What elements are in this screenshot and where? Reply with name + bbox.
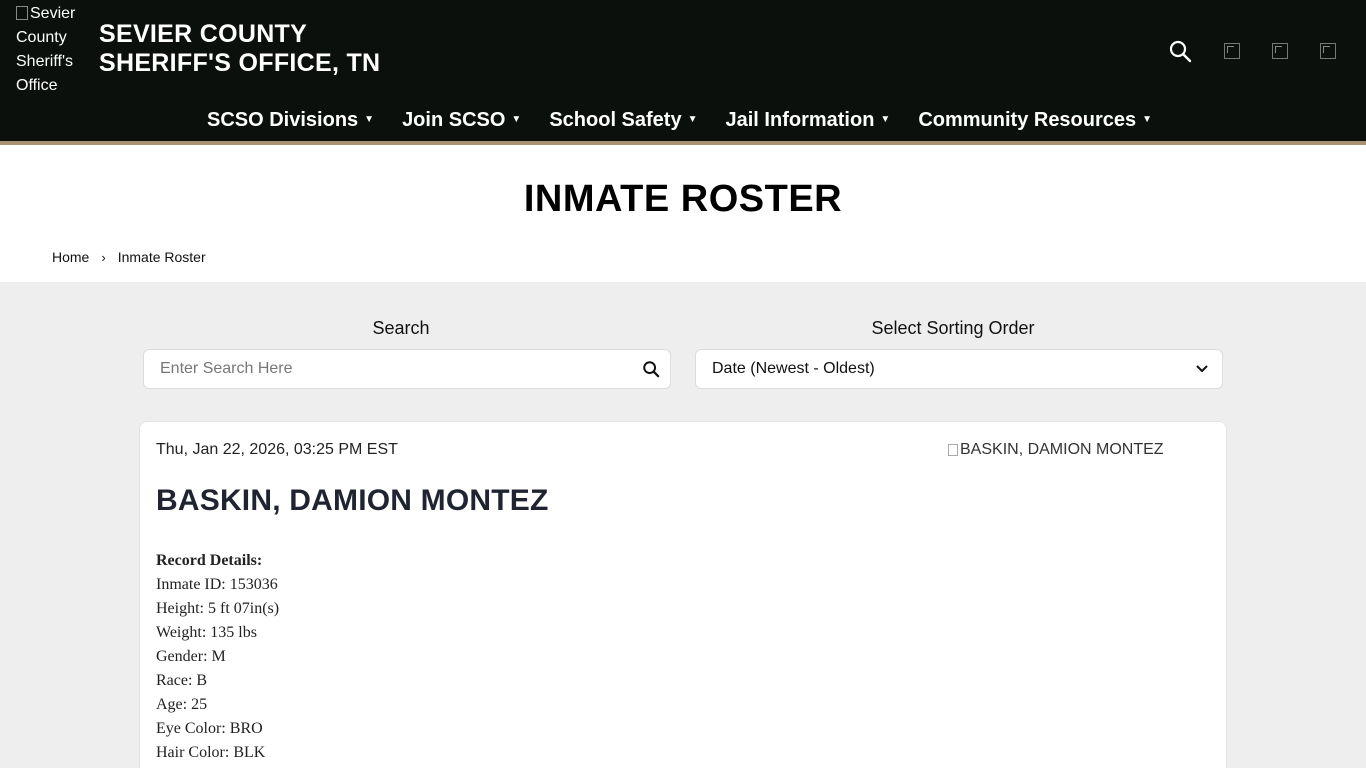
record-details: Record Details: Inmate ID: 153036 Height… xyxy=(156,549,279,765)
caret-down-icon: ▼ xyxy=(511,114,522,125)
nav-item-label: School Safety xyxy=(549,109,682,131)
page-title: INMATE ROSTER xyxy=(523,178,843,220)
broken-image-icon xyxy=(948,444,958,456)
inmate-name[interactable]: BASKIN, DAMION MONTEZ xyxy=(156,484,549,518)
detail-race: Race: B xyxy=(156,672,208,689)
nav-item-label: SCSO Divisions xyxy=(207,109,359,131)
utility-icons xyxy=(1168,39,1336,63)
inmate-photo: BASKIN, DAMION MONTEZ xyxy=(948,441,1164,459)
search-icon[interactable] xyxy=(1168,39,1192,63)
breadcrumb-home-link[interactable]: Home xyxy=(52,249,89,265)
inmate-record-card: Thu, Jan 22, 2026, 03:25 PM EST BASKIN, … xyxy=(139,421,1227,768)
detail-gender: Gender: M xyxy=(156,648,226,665)
broken-image-icon xyxy=(16,6,28,20)
inmate-photo-alt: BASKIN, DAMION MONTEZ xyxy=(960,441,1164,458)
search-input[interactable] xyxy=(144,350,624,388)
site-title-line2: SHERIFF'S OFFICE, TN xyxy=(99,49,381,77)
search-label: Search xyxy=(372,318,430,338)
nav-item-label: Jail Information xyxy=(725,109,875,131)
nav-item-scso-divisions[interactable]: SCSO Divisions ▼ xyxy=(207,106,374,134)
nav-item-join-scso[interactable]: Join SCSO ▼ xyxy=(402,106,521,134)
nav-item-school-safety[interactable]: School Safety ▼ xyxy=(549,106,697,134)
nav-item-label: Join SCSO xyxy=(402,109,506,131)
main-nav: SCSO Divisions ▼ Join SCSO ▼ School Safety… xyxy=(207,106,1180,134)
title-band: INMATE ROSTER Home › Inmate Roster xyxy=(0,145,1366,282)
site-title[interactable]: SEVIER COUNTY SHERIFF'S OFFICE, TN xyxy=(99,20,380,78)
detail-eye-color: Eye Color: BRO xyxy=(156,720,263,737)
nav-item-label: Community Resources xyxy=(918,109,1137,131)
social-icon-2[interactable] xyxy=(1272,43,1288,59)
record-details-header: Record Details: xyxy=(156,552,263,569)
caret-down-icon: ▼ xyxy=(364,114,375,125)
caret-down-icon: ▼ xyxy=(687,114,698,125)
nav-item-community-resources[interactable]: Community Resources ▼ xyxy=(918,106,1152,134)
breadcrumb-separator-icon: › xyxy=(101,249,106,265)
breadcrumb-current: Inmate Roster xyxy=(117,249,206,265)
sort-select[interactable]: Date (Newest - Oldest) xyxy=(695,349,1223,389)
sort-select-value: Date (Newest - Oldest) xyxy=(712,360,875,377)
site-logo[interactable]: Sevier County Sheriff's Office xyxy=(16,2,92,98)
social-icon-1[interactable] xyxy=(1224,43,1240,59)
nav-item-jail-information[interactable]: Jail Information ▼ xyxy=(726,106,891,134)
caret-down-icon: ▼ xyxy=(880,114,891,125)
detail-hair-color: Hair Color: BLK xyxy=(156,744,266,761)
caret-down-icon: ▼ xyxy=(1142,114,1153,125)
detail-inmate-id: Inmate ID: 153036 xyxy=(156,576,278,593)
magnifier-icon[interactable] xyxy=(642,360,660,378)
social-icon-3[interactable] xyxy=(1320,43,1336,59)
detail-height: Height: 5 ft 07in(s) xyxy=(156,600,280,617)
record-date: Thu, Jan 22, 2026, 03:25 PM EST xyxy=(156,441,398,458)
site-title-line1: SEVIER COUNTY xyxy=(99,20,308,48)
search-box xyxy=(143,349,671,389)
chevron-down-icon xyxy=(1196,365,1208,372)
breadcrumb: Home › Inmate Roster xyxy=(52,249,206,265)
detail-weight: Weight: 135 lbs xyxy=(156,624,257,641)
sort-label: Select Sorting Order xyxy=(871,318,1035,338)
site-header: Sevier County Sheriff's Office SEVIER CO… xyxy=(0,0,1366,141)
detail-age: Age: 25 xyxy=(156,696,208,713)
